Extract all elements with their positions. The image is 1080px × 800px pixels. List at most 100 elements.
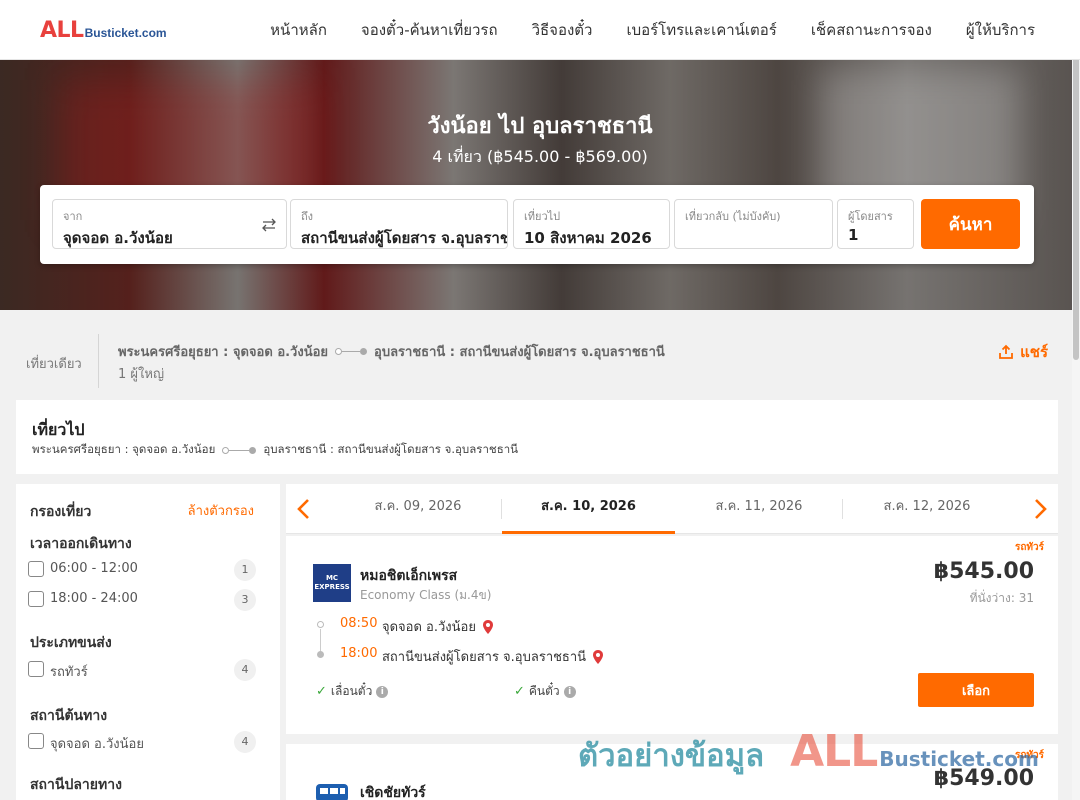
chevron-right-icon[interactable] bbox=[1030, 497, 1050, 521]
bus-class: Economy Class (ม.4ข) bbox=[360, 588, 492, 602]
check-icon: ✓ bbox=[316, 684, 327, 699]
filter-group-destination-station: สถานีปลายทาง bbox=[30, 777, 122, 793]
date-tab[interactable]: ส.ค. 09, 2026 bbox=[334, 484, 502, 534]
arrive-time: 18:00 bbox=[340, 646, 378, 661]
date-tab[interactable]: ส.ค. 11, 2026 bbox=[675, 484, 843, 534]
filter-sidebar: กรองเที่ยว ล้างตัวกรอง เวลาออกเดินทาง 06… bbox=[16, 484, 280, 800]
trip-type: เที่ยวเดียว bbox=[26, 357, 82, 372]
date-selector: ส.ค. 09, 2026 ส.ค. 10, 2026 ส.ค. 11, 202… bbox=[286, 484, 1058, 534]
from-field[interactable]: จาก จุดจอด อ.วังน้อย bbox=[52, 199, 287, 249]
filter-option[interactable]: จุดจอด อ.วังน้อย 4 bbox=[28, 729, 258, 753]
feature-reschedule: ✓ เลื่อนตั๋ว i bbox=[316, 682, 389, 701]
route-connector-icon bbox=[335, 348, 368, 355]
route-title: วังน้อย ไป อุบลราชธานี bbox=[427, 114, 653, 139]
depart-value: 10 สิงหาคม 2026 bbox=[524, 229, 652, 247]
route-connector-icon bbox=[222, 446, 257, 454]
nav-phone-counters[interactable]: เบอร์โทรและเคาน์เตอร์ bbox=[609, 18, 793, 42]
map-pin-icon[interactable] bbox=[482, 619, 494, 635]
vehicle-type-tag: รถทัวร์ bbox=[1014, 542, 1044, 553]
date-tab[interactable]: ส.ค. 12, 2026 bbox=[843, 484, 1011, 534]
trip-card: รถทัวร์ เชิดชัยทัวร์ ฿549.00 bbox=[286, 744, 1058, 800]
return-label: เที่ยวกลับ (ไม่บังคับ) bbox=[685, 210, 781, 223]
arrive-stop-name: สถานีขนส่งผู้โดยสาร จ.อุบลราชธานี bbox=[382, 650, 587, 665]
operator-name: เชิดชัยทัวร์ bbox=[360, 785, 426, 800]
to-field[interactable]: ถึง สถานีขนส่งผู้โดยสาร จ.อุบลราชธานี bbox=[290, 199, 508, 249]
from-label: จาก bbox=[63, 210, 83, 223]
page-scrollbar[interactable] bbox=[1072, 0, 1080, 800]
operator-name: หมอชิตเอ็กเพรส bbox=[360, 568, 458, 584]
nav-operators[interactable]: ผู้ให้บริการ bbox=[949, 18, 1052, 42]
trip-price: ฿549.00 bbox=[933, 766, 1034, 791]
passenger-count: 1 ผู้ใหญ่ bbox=[118, 367, 165, 382]
top-header: ALL Busticket.com หน้าหลัก จองตั๋ว-ค้นหา… bbox=[0, 0, 1080, 60]
operator-logo: MC EXPRESS bbox=[313, 564, 351, 602]
swap-icon[interactable] bbox=[260, 216, 278, 234]
chevron-left-icon[interactable] bbox=[294, 497, 314, 521]
filter-option-label: 18:00 - 24:00 bbox=[50, 591, 138, 606]
filter-title: กรองเที่ยว bbox=[30, 504, 92, 520]
search-panel: จาก จุดจอด อ.วังน้อย ถึง สถานีขนส่งผู้โด… bbox=[40, 185, 1034, 264]
depart-time: 08:50 bbox=[340, 616, 378, 631]
map-pin-icon[interactable] bbox=[592, 649, 604, 665]
scrollbar-thumb[interactable] bbox=[1073, 30, 1079, 360]
feature-label: คืนตั๋ว bbox=[528, 684, 560, 698]
info-icon[interactable]: i bbox=[563, 685, 576, 698]
site-logo[interactable]: ALL Busticket.com bbox=[40, 18, 167, 43]
depart-date-field[interactable]: เที่ยวไป 10 สิงหาคม 2026 bbox=[513, 199, 670, 249]
outbound-destination: อุบลราชธานี : สถานีขนส่งผู้โดยสาร จ.อุบล… bbox=[263, 442, 519, 456]
filter-option[interactable]: รถทัวร์ 4 bbox=[28, 657, 258, 681]
filter-group-transport-type: ประเภทขนส่ง bbox=[30, 635, 112, 651]
logo-all-text: ALL bbox=[40, 18, 84, 43]
checkbox[interactable] bbox=[28, 561, 44, 577]
filter-group-departure-time: เวลาออกเดินทาง bbox=[30, 536, 132, 552]
passenger-value: 1 bbox=[848, 226, 859, 244]
filter-count-badge: 1 bbox=[234, 559, 256, 581]
timeline-end-dot bbox=[317, 651, 324, 658]
checkbox[interactable] bbox=[28, 661, 44, 677]
filter-option-label: รถทัวร์ bbox=[50, 665, 88, 680]
clear-filters-link[interactable]: ล้างตัวกรอง bbox=[188, 500, 254, 521]
trip-card: รถทัวร์ MC EXPRESS หมอชิตเอ็กเพรส Econom… bbox=[286, 536, 1058, 734]
summary-origin: พระนครศรีอยุธยา : จุดจอด อ.วังน้อย bbox=[118, 345, 329, 360]
date-tab-selected[interactable]: ส.ค. 10, 2026 bbox=[502, 484, 675, 534]
outbound-origin: พระนครศรีอยุธยา : จุดจอด อ.วังน้อย bbox=[32, 442, 216, 456]
nav-how-to-book[interactable]: วิธีจองตั๋ว bbox=[515, 18, 610, 42]
filter-option[interactable]: 06:00 - 12:00 1 bbox=[28, 557, 258, 581]
return-date-field[interactable]: เที่ยวกลับ (ไม่บังคับ) bbox=[674, 199, 833, 249]
nav-home[interactable]: หน้าหลัก bbox=[253, 18, 344, 42]
select-trip-button[interactable]: เลือก bbox=[918, 673, 1034, 707]
passenger-label: ผู้โดยสาร bbox=[848, 210, 893, 223]
filter-count-badge: 4 bbox=[234, 659, 256, 681]
from-value: จุดจอด อ.วังน้อย bbox=[63, 229, 173, 247]
trip-summary: เที่ยวเดียว พระนครศรีอยุธยา : จุดจอด อ.ว… bbox=[0, 310, 1080, 400]
nav-check-booking[interactable]: เช็คสถานะการจอง bbox=[794, 18, 949, 42]
depart-label: เที่ยวไป bbox=[524, 210, 561, 223]
route-subtitle: 4 เที่ยว (฿545.00 - ฿569.00) bbox=[432, 147, 648, 166]
filter-group-origin-station: สถานีต้นทาง bbox=[30, 708, 108, 724]
depart-stop-name: จุดจอด อ.วังน้อย bbox=[382, 620, 476, 635]
checkbox[interactable] bbox=[28, 733, 44, 749]
main-nav: หน้าหลัก จองตั๋ว-ค้นหาเที่ยวรถ วิธีจองตั… bbox=[253, 0, 1052, 60]
check-icon: ✓ bbox=[514, 684, 525, 699]
share-button[interactable]: แชร์ bbox=[998, 340, 1048, 364]
filter-option-label: 06:00 - 12:00 bbox=[50, 561, 138, 576]
outbound-header: เที่ยวไป พระนครศรีอยุธยา : จุดจอด อ.วังน… bbox=[16, 400, 1058, 474]
depart-stop: จุดจอด อ.วังน้อย bbox=[382, 616, 494, 637]
trip-price: ฿545.00 bbox=[933, 559, 1034, 584]
feature-refund: ✓ คืนตั๋ว i bbox=[514, 682, 576, 701]
logo-busticket-text: Busticket.com bbox=[84, 26, 167, 40]
bus-logo-icon bbox=[316, 784, 348, 800]
summary-route: พระนครศรีอยุธยา : จุดจอด อ.วังน้อย อุบลร… bbox=[118, 341, 665, 362]
summary-destination: อุบลราชธานี : สถานีขนส่งผู้โดยสาร จ.อุบล… bbox=[374, 345, 665, 360]
arrive-stop: สถานีขนส่งผู้โดยสาร จ.อุบลราชธานี bbox=[382, 646, 604, 667]
divider bbox=[98, 334, 99, 388]
timeline-start-dot bbox=[317, 621, 324, 628]
info-icon[interactable]: i bbox=[376, 685, 389, 698]
passenger-field[interactable]: ผู้โดยสาร 1 bbox=[837, 199, 914, 249]
filter-option[interactable]: 18:00 - 24:00 3 bbox=[28, 587, 258, 611]
outbound-title: เที่ยวไป bbox=[32, 420, 85, 439]
filter-count-badge: 3 bbox=[234, 589, 256, 611]
search-button[interactable]: ค้นหา bbox=[921, 199, 1020, 249]
checkbox[interactable] bbox=[28, 591, 44, 607]
nav-book-search[interactable]: จองตั๋ว-ค้นหาเที่ยวรถ bbox=[344, 18, 515, 42]
